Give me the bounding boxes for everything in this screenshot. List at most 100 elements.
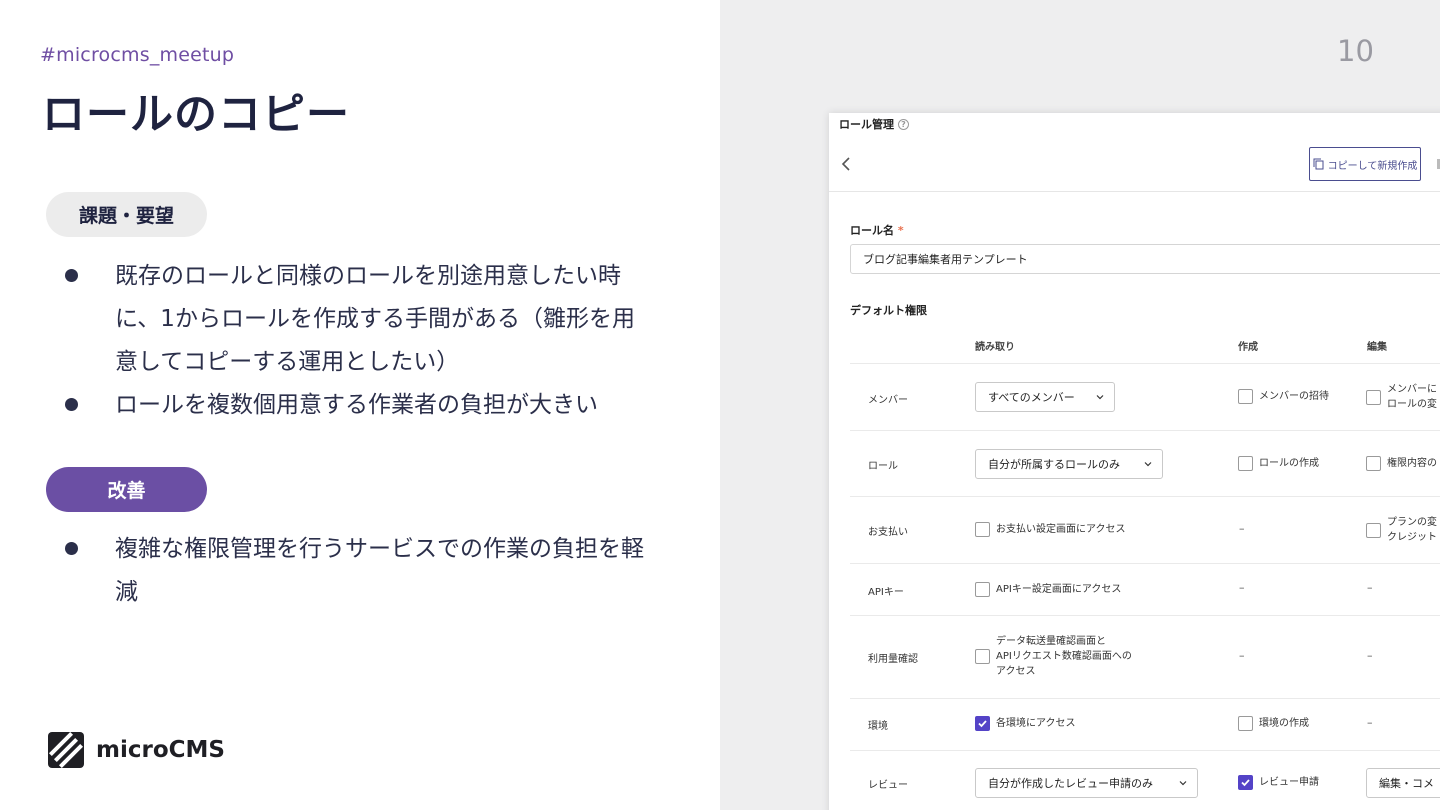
default-permissions-heading: デフォルト権限	[850, 304, 927, 317]
env-create-cell[interactable]: 環境の作成	[1238, 716, 1309, 731]
copy-create-button[interactable]: コピーして新規作成	[1309, 147, 1421, 181]
role-name-label: ロール名 *	[850, 222, 904, 238]
payment-read-cell[interactable]: お支払い設定画面にアクセス	[975, 522, 1126, 537]
select-value: すべてのメンバー	[988, 391, 1075, 404]
checkbox[interactable]	[975, 522, 990, 537]
column-edit: 編集	[1367, 342, 1387, 353]
bullet-text: 複雑な権限管理を行うサービスでの作業の負担を軽減	[115, 536, 644, 605]
column-create: 作成	[1238, 342, 1258, 353]
label-line: ロールの変	[1387, 399, 1437, 410]
review-edit-select[interactable]: 編集・コメ	[1366, 768, 1440, 798]
list-item: ロールを複数個用意する作業者の負担が大きい	[0, 384, 720, 427]
issue-list: 既存のロールと同様のロールを別途用意したい時に、1からロールを作成する手間がある…	[0, 255, 720, 427]
checkbox-checked[interactable]	[975, 716, 990, 731]
role-name-label-text: ロール名	[850, 224, 894, 237]
apikey-read-cell[interactable]: APIキー設定画面にアクセス	[975, 582, 1121, 597]
checkbox-label: メンバーの招待	[1259, 391, 1329, 402]
breadcrumb: ロール管理 ?	[839, 116, 909, 132]
row-label-member: メンバー	[868, 395, 908, 406]
row-label-payment: お支払い	[868, 527, 908, 538]
table-divider	[850, 615, 1440, 616]
microcms-logo-icon	[48, 732, 84, 768]
copy-icon	[1313, 158, 1324, 170]
checkbox[interactable]	[1238, 456, 1253, 471]
list-item: 既存のロールと同様のロールを別途用意したい時に、1からロールを作成する手間がある…	[0, 255, 720, 384]
apikey-edit-empty: –	[1367, 581, 1373, 594]
role-edit-cell[interactable]: 権限内容の	[1366, 456, 1437, 471]
improve-badge: 改善	[46, 467, 207, 512]
row-label-apikey: APIキー	[868, 587, 904, 598]
checkbox-label: 各環境にアクセス	[996, 718, 1076, 729]
role-name-input[interactable]: ブログ記事編集者用テンプレート	[850, 244, 1440, 274]
checkbox-checked[interactable]	[1238, 775, 1253, 790]
hashtag: #microcms_meetup	[40, 44, 235, 66]
checkbox[interactable]	[975, 649, 990, 664]
review-read-select[interactable]: 自分が作成したレビュー申請のみ	[975, 768, 1198, 798]
issue-badge: 課題・要望	[46, 192, 207, 237]
brand-name: microCMS	[96, 737, 225, 763]
brand-logo: microCMS	[48, 732, 225, 768]
usage-read-cell[interactable]: データ転送量確認画面と APIリクエスト数確認画面への アクセス	[975, 634, 1132, 679]
label-line: メンバーに	[1387, 384, 1437, 395]
label-line: プランの変	[1387, 517, 1437, 528]
row-label-review: レビュー	[868, 780, 908, 791]
label-line: クレジット	[1387, 532, 1437, 543]
header-divider	[829, 191, 1440, 192]
help-icon[interactable]: ?	[898, 118, 909, 130]
checkbox[interactable]	[1366, 522, 1381, 538]
page-number: 10	[1337, 34, 1374, 68]
list-item: 複雑な権限管理を行うサービスでの作業の負担を軽減	[0, 528, 720, 614]
screenshot-panel: 10 ロール管理 ? コピーして新規作成 ロール名 * ブログ記事編集者用テンプ…	[720, 0, 1440, 810]
checkbox[interactable]	[975, 582, 990, 597]
table-divider	[850, 698, 1440, 699]
bullet-dot	[65, 269, 78, 282]
copy-create-label: コピーして新規作成	[1327, 160, 1418, 172]
usage-create-empty: –	[1239, 649, 1245, 662]
select-value: 編集・コメ	[1379, 777, 1434, 790]
row-label-role: ロール	[868, 461, 898, 472]
bullet-dot	[65, 542, 78, 555]
checkbox-label: メンバーに ロールの変	[1387, 382, 1437, 412]
check-icon	[978, 720, 987, 728]
usage-edit-empty: –	[1367, 649, 1373, 662]
payment-create-empty: –	[1239, 522, 1245, 535]
payment-edit-cell[interactable]: プランの変 クレジット	[1366, 515, 1437, 545]
improve-list: 複雑な権限管理を行うサービスでの作業の負担を軽減	[0, 528, 720, 614]
checkbox-label: プランの変 クレジット	[1387, 515, 1437, 545]
check-icon	[1241, 779, 1250, 787]
breadcrumb-label: ロール管理	[839, 118, 894, 131]
slide-panel: #microcms_meetup ロールのコピー 課題・要望 既存のロールと同様…	[0, 0, 720, 810]
checkbox[interactable]	[1366, 389, 1381, 405]
checkbox-label: レビュー申請	[1259, 777, 1319, 788]
apikey-create-empty: –	[1239, 581, 1245, 594]
required-mark: *	[897, 224, 904, 237]
row-label-env: 環境	[868, 721, 888, 732]
member-read-select[interactable]: すべてのメンバー	[975, 382, 1115, 412]
member-create-cell[interactable]: メンバーの招待	[1238, 389, 1329, 404]
role-read-select[interactable]: 自分が所属するロールのみ	[975, 449, 1163, 479]
role-settings-screen: ロール管理 ? コピーして新規作成 ロール名 * ブログ記事編集者用テンプレート…	[829, 113, 1440, 810]
bullet-dot	[65, 398, 78, 411]
role-create-cell[interactable]: ロールの作成	[1238, 456, 1319, 471]
review-create-cell[interactable]: レビュー申請	[1238, 775, 1319, 790]
label-line: APIリクエスト数確認画面への	[996, 651, 1132, 662]
table-divider	[850, 563, 1440, 564]
chevron-down-icon	[1096, 395, 1104, 400]
back-arrow-icon[interactable]	[841, 157, 851, 171]
select-value: 自分が作成したレビュー申請のみ	[988, 777, 1153, 790]
label-line: アクセス	[996, 666, 1036, 677]
env-read-cell[interactable]: 各環境にアクセス	[975, 716, 1076, 731]
checkbox-label: お支払い設定画面にアクセス	[996, 524, 1126, 535]
slide-title: ロールのコピー	[42, 90, 350, 140]
table-divider	[850, 430, 1440, 431]
checkbox[interactable]	[1366, 456, 1381, 471]
checkbox-label: データ転送量確認画面と APIリクエスト数確認画面への アクセス	[996, 634, 1132, 679]
member-edit-cell[interactable]: メンバーに ロールの変	[1366, 382, 1437, 412]
checkbox-label: 環境の作成	[1259, 718, 1309, 729]
checkbox[interactable]	[1238, 716, 1253, 731]
env-edit-empty: –	[1367, 716, 1373, 729]
checkbox[interactable]	[1238, 389, 1253, 404]
chevron-down-icon	[1144, 462, 1152, 467]
bullet-text: 既存のロールと同様のロールを別途用意したい時に、1からロールを作成する手間がある…	[115, 263, 635, 375]
checkbox-label: 権限内容の	[1387, 458, 1437, 469]
